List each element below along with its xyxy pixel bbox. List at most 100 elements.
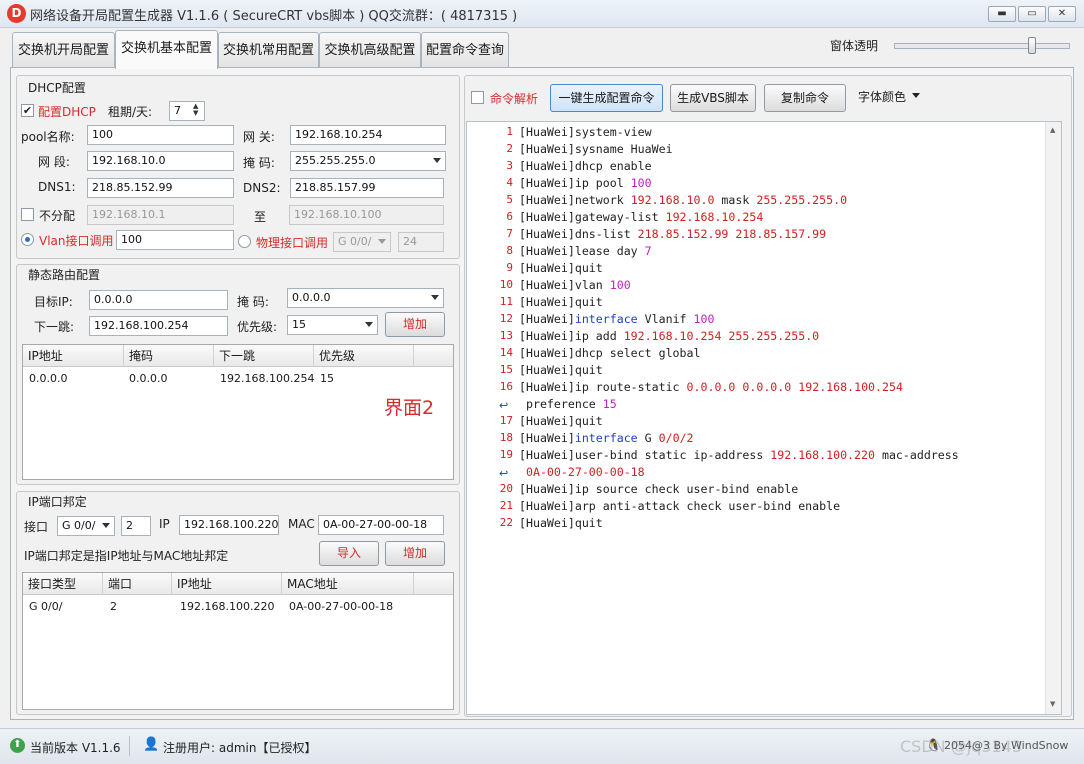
transparency-slider[interactable] (894, 43, 1070, 49)
line-number: 20 (499, 482, 513, 495)
exclude-checkbox[interactable] (21, 208, 34, 221)
lease-days-spinner[interactable]: 7 (169, 101, 205, 121)
vlan-id-input[interactable]: 100 (116, 230, 234, 250)
line-number: 16 (499, 380, 513, 393)
table-row[interactable]: G 0/0/ 2 192.168.100.220 0A-00-27-00-00-… (23, 596, 453, 616)
bind-port-number-input[interactable]: 2 (121, 516, 151, 536)
generate-vbs-button[interactable]: 生成VBS脚本 (670, 84, 756, 112)
column-header[interactable]: MAC地址 (282, 573, 414, 595)
version-up-arrow-icon: ⬆ (10, 738, 25, 753)
code-line: [HuaWei]quit (519, 516, 603, 530)
bind-mac-input[interactable]: 0A-00-27-00-00-18 (318, 515, 444, 535)
chevron-down-icon (431, 295, 439, 300)
exclude-label: 不分配 (39, 209, 76, 223)
chevron-down-icon (365, 322, 373, 327)
code-line: [HuaWei]arp anti-attack check user-bind … (519, 499, 841, 513)
dest-ip-input[interactable]: 0.0.0.0 (89, 290, 228, 310)
column-header[interactable]: 接口类型 (23, 573, 103, 595)
dns2-input[interactable]: 218.85.157.99 (290, 178, 444, 198)
gateway-input[interactable]: 192.168.10.254 (290, 125, 446, 145)
line-number: 6 (506, 210, 513, 223)
transparency-slider-thumb[interactable] (1028, 37, 1036, 54)
mask-label: 掩 码: (243, 156, 275, 170)
bind-ip-input[interactable]: 192.168.100.220 (179, 515, 279, 535)
bind-mac-label: MAC (288, 517, 315, 531)
annotation-label: 界面2 (384, 397, 435, 419)
mask-select[interactable]: 255.255.255.0 (290, 151, 446, 171)
pool-name-input[interactable]: 100 (87, 125, 234, 145)
add-route-button[interactable]: 增加 (385, 312, 445, 337)
physical-interface-select[interactable]: G 0/0/ (333, 232, 391, 252)
segment-input[interactable]: 192.168.10.0 (87, 151, 234, 171)
code-line: [HuaWei]sysname HuaWei (519, 142, 673, 156)
bind-type-cell: G 0/0/ (29, 600, 63, 613)
bind-table-header: 接口类型 端口 IP地址 MAC地址 (23, 573, 453, 595)
code-line: [HuaWei]gateway-list 192.168.10.254 (519, 210, 764, 224)
dns2-label: DNS2: (243, 181, 281, 195)
dns1-input[interactable]: 218.85.152.99 (87, 178, 234, 198)
copy-command-button[interactable]: 复制命令 (764, 84, 846, 112)
line-number: 11 (499, 295, 513, 308)
tab-switch-common[interactable]: 交换机常用配置 (218, 32, 319, 68)
line-number: 17 (499, 414, 513, 427)
import-button[interactable]: 导入 (319, 541, 379, 566)
command-editor[interactable]: 1 [HuaWei]system-view 2 [HuaWei]sysname Hua… (466, 121, 1062, 715)
code-line: [HuaWei]quit (519, 363, 603, 377)
line-number: 22 (499, 516, 513, 529)
vlan-interface-radio[interactable] (21, 233, 34, 246)
bind-port-cell: 2 (110, 600, 117, 613)
tab-switch-init[interactable]: 交换机开局配置 (12, 32, 115, 68)
next-hop-input[interactable]: 192.168.100.254 (89, 316, 228, 336)
route-mask-cell: 0.0.0.0 (129, 372, 168, 385)
code-line: [HuaWei]interface Vlanif 100 (519, 312, 715, 326)
line-number: 18 (499, 431, 513, 444)
chevron-down-icon (433, 158, 441, 163)
code-line: [HuaWei]dhcp select global (519, 346, 701, 360)
gateway-label: 网 关: (243, 130, 275, 144)
line-number: 2 (506, 142, 513, 155)
physical-interface-label: 物理接口调用 (256, 236, 329, 250)
scroll-up-icon[interactable]: ▲ (1050, 126, 1055, 134)
tab-command-query[interactable]: 配置命令查询 (421, 32, 509, 68)
priority-select[interactable]: 15 (287, 315, 378, 335)
close-button[interactable]: ✕ (1048, 6, 1076, 22)
bind-ip-cell: 192.168.100.220 (180, 600, 275, 613)
column-header[interactable]: 掩码 (124, 345, 214, 367)
scroll-down-icon[interactable]: ▼ (1050, 700, 1055, 708)
dhcp-enable-checkbox[interactable]: ✔ (21, 104, 34, 117)
exclude-to-input[interactable]: 192.168.10.100 (289, 205, 444, 225)
dhcp-group-title: DHCP配置 (28, 81, 86, 95)
spinner-arrows-icon[interactable]: ▲ ▼ (193, 103, 198, 117)
physical-interface-radio[interactable] (238, 235, 251, 248)
column-header[interactable]: IP地址 (172, 573, 282, 595)
bind-port-type-select[interactable]: G 0/0/ (57, 516, 115, 536)
column-header[interactable]: 下一跳 (214, 345, 314, 367)
exclude-from-input[interactable]: 192.168.10.1 (87, 205, 234, 225)
code-line: [HuaWei]dhcp enable (519, 159, 652, 173)
line-number: 10 (499, 278, 513, 291)
tab-switch-advanced[interactable]: 交换机高级配置 (319, 32, 421, 68)
parse-command-checkbox[interactable] (471, 91, 484, 104)
pool-name-label: pool名称: (21, 130, 75, 144)
route-priority-cell: 15 (320, 372, 334, 385)
column-header[interactable]: 优先级 (314, 345, 414, 367)
word-wrap-icon: ↩ (499, 467, 509, 480)
table-row[interactable]: 0.0.0.0 0.0.0.0 192.168.100.254 15 (23, 368, 453, 388)
generate-config-button[interactable]: 一键生成配置命令 (550, 84, 663, 112)
column-header[interactable]: 端口 (103, 573, 172, 595)
column-header[interactable]: IP地址 (23, 345, 124, 367)
line-number: 13 (499, 329, 513, 342)
physical-port-input[interactable]: 24 (398, 232, 444, 252)
add-bind-button[interactable]: 增加 (385, 541, 445, 566)
route-mask-select[interactable]: 0.0.0.0 (287, 288, 444, 308)
code-line: [HuaWei]quit (519, 261, 603, 275)
bind-ip-label: IP (159, 517, 170, 531)
maximize-button[interactable]: ▭ (1018, 6, 1046, 22)
bind-mac-cell: 0A-00-27-00-00-18 (289, 600, 394, 613)
tab-switch-basic[interactable]: 交换机基本配置 (115, 30, 218, 69)
minimize-button[interactable]: ▬ (988, 6, 1016, 22)
chevron-down-icon[interactable] (912, 93, 920, 98)
editor-scrollbar[interactable]: ▲ ▼ (1045, 122, 1061, 714)
transparency-label: 窗体透明 (830, 39, 879, 53)
font-color-menu[interactable]: 字体颜色 (858, 88, 906, 105)
